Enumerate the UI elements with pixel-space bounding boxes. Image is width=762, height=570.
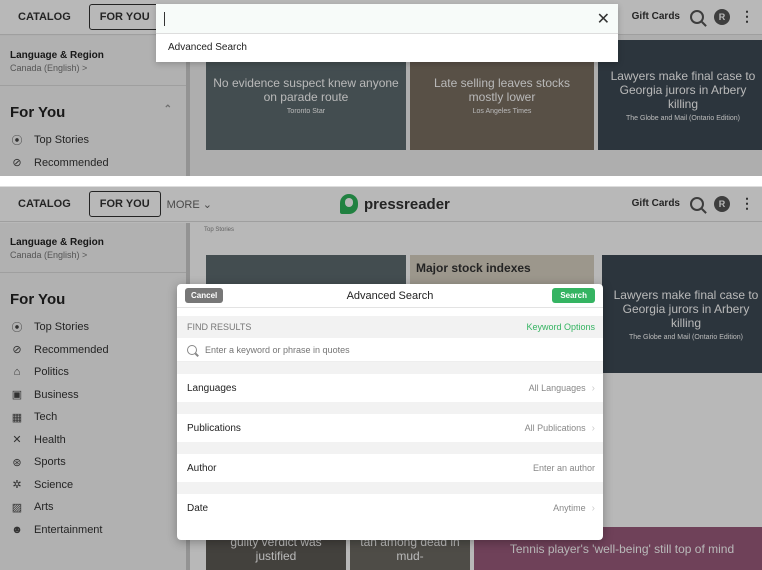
text-caret bbox=[164, 11, 165, 26]
row-label: Languages bbox=[187, 382, 237, 394]
section-gap bbox=[177, 442, 603, 454]
row-value: All Languages › bbox=[529, 383, 595, 394]
section-gap bbox=[177, 362, 603, 374]
date-row[interactable]: Date Anytime › bbox=[177, 494, 603, 522]
row-value: Anytime › bbox=[553, 503, 595, 514]
find-results-label: FIND RESULTS bbox=[187, 322, 252, 332]
advanced-search-frame: CATALOG FOR YOU MORE ⌄ pressreader Gift … bbox=[0, 186, 762, 570]
advanced-search-modal: Cancel Advanced Search Search FIND RESUL… bbox=[177, 284, 603, 540]
publications-row[interactable]: Publications All Publications › bbox=[177, 414, 603, 442]
row-value-text: All Languages bbox=[528, 383, 586, 393]
row-label: Publications bbox=[187, 422, 241, 434]
row-label: Date bbox=[187, 502, 209, 514]
keyword-input[interactable] bbox=[205, 344, 603, 355]
search-icon bbox=[187, 344, 197, 355]
section-gap bbox=[177, 482, 603, 494]
row-value: All Publications › bbox=[525, 423, 595, 434]
close-icon[interactable]: ✕ bbox=[597, 9, 610, 29]
search-button[interactable]: Search bbox=[552, 288, 595, 303]
modal-header: Cancel Advanced Search Search bbox=[177, 284, 603, 308]
chevron-right-icon: › bbox=[591, 382, 595, 394]
cancel-button[interactable]: Cancel bbox=[185, 288, 224, 303]
row-label: Author bbox=[187, 462, 217, 474]
modal-title: Advanced Search bbox=[346, 289, 434, 302]
chevron-right-icon: › bbox=[591, 422, 595, 434]
author-field[interactable]: Enter an author bbox=[533, 463, 595, 473]
search-input[interactable] bbox=[169, 12, 597, 25]
search-popup: ✕ Advanced Search bbox=[156, 4, 618, 62]
languages-row[interactable]: Languages All Languages › bbox=[177, 374, 603, 402]
author-row[interactable]: Author Enter an author bbox=[177, 454, 603, 482]
search-box: ✕ bbox=[156, 4, 618, 34]
find-results-header: FIND RESULTS Keyword Options bbox=[177, 316, 603, 338]
keyword-search-row bbox=[177, 338, 603, 362]
search-popup-frame: CATALOG FOR YOU Gift Cards R ⋮ Language … bbox=[0, 0, 762, 176]
keyword-options-link[interactable]: Keyword Options bbox=[526, 322, 595, 332]
row-value-text: Anytime bbox=[553, 503, 586, 513]
advanced-search-link[interactable]: Advanced Search bbox=[156, 34, 618, 53]
chevron-right-icon: › bbox=[591, 502, 595, 514]
section-gap bbox=[177, 402, 603, 414]
row-value-text: All Publications bbox=[524, 423, 586, 433]
